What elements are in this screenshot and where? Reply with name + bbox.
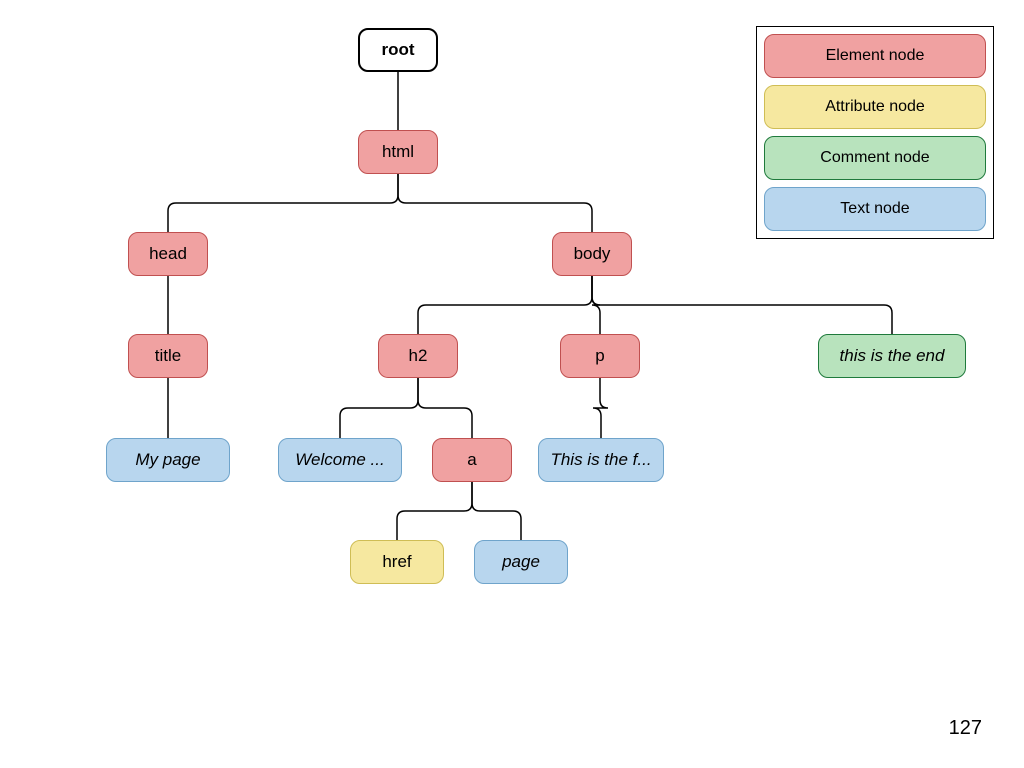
dom-tree-diagram: root html head body title h2 p this is t… bbox=[0, 0, 1024, 768]
node-head: head bbox=[128, 232, 208, 276]
node-root: root bbox=[358, 28, 438, 72]
node-text-thisisf: This is the f... bbox=[538, 438, 664, 482]
node-comment-end: this is the end bbox=[818, 334, 966, 378]
node-h2: h2 bbox=[378, 334, 458, 378]
legend-element-node: Element node bbox=[764, 34, 986, 78]
legend-comment-node: Comment node bbox=[764, 136, 986, 180]
node-text-mypage: My page bbox=[106, 438, 230, 482]
legend: Element node Attribute node Comment node… bbox=[756, 26, 994, 239]
legend-text-node: Text node bbox=[764, 187, 986, 231]
node-body: body bbox=[552, 232, 632, 276]
legend-attribute-node: Attribute node bbox=[764, 85, 986, 129]
node-p: p bbox=[560, 334, 640, 378]
node-html: html bbox=[358, 130, 438, 174]
page-number: 127 bbox=[949, 717, 982, 740]
node-text-welcome: Welcome ... bbox=[278, 438, 402, 482]
node-attr-href: href bbox=[350, 540, 444, 584]
node-a: a bbox=[432, 438, 512, 482]
node-text-page: page bbox=[474, 540, 568, 584]
node-title: title bbox=[128, 334, 208, 378]
